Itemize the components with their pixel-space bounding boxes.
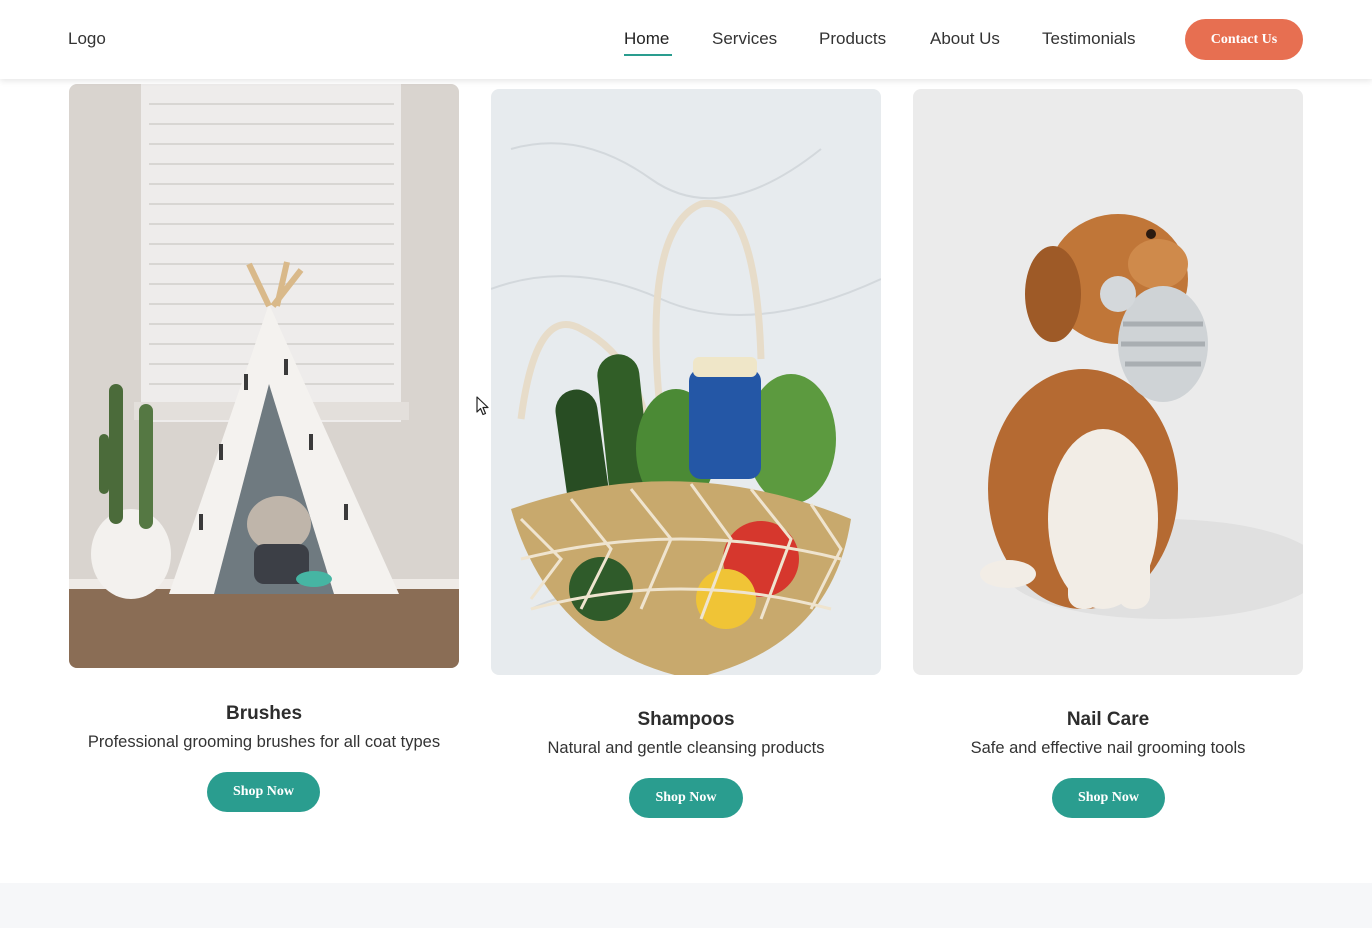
product-image-brushes[interactable] — [69, 84, 459, 668]
product-description-shampoos: Natural and gentle cleansing products — [547, 739, 825, 757]
next-section-band — [0, 883, 1372, 928]
nav-link-products[interactable]: Products — [819, 29, 886, 49]
active-nav-underline — [624, 54, 672, 56]
product-title-shampoos: Shampoos — [637, 709, 735, 730]
grocery-bag-photo — [491, 89, 881, 675]
contact-us-button[interactable]: Contact Us — [1185, 19, 1303, 60]
product-image-nail-care[interactable] — [913, 89, 1303, 675]
product-description-brushes: Professional grooming brushes for all co… — [87, 733, 441, 751]
shop-now-button-shampoos[interactable]: Shop Now — [629, 778, 743, 818]
bulldog-teepee-photo — [69, 84, 459, 668]
product-image-shampoos[interactable] — [491, 89, 881, 675]
nav-link-home[interactable]: Home — [624, 29, 669, 49]
shop-now-button-nail-care[interactable]: Shop Now — [1052, 778, 1165, 818]
dog-with-toy-photo — [913, 89, 1303, 675]
product-description-nail-care: Safe and effective nail grooming tools — [970, 739, 1246, 757]
nav-link-about-us[interactable]: About Us — [930, 29, 1000, 49]
nav-link-services[interactable]: Services — [712, 29, 777, 49]
product-title-brushes: Brushes — [225, 703, 303, 724]
nav-link-testimonials[interactable]: Testimonials — [1042, 29, 1136, 49]
shop-now-button-brushes[interactable]: Shop Now — [207, 772, 320, 812]
top-navbar: Logo Home Services Products About Us Tes… — [0, 0, 1372, 79]
product-title-nail-care: Nail Care — [1066, 709, 1150, 730]
main-nav: Home Services Products About Us Testimon… — [0, 29, 1372, 59]
mouse-pointer-icon — [476, 396, 489, 416]
